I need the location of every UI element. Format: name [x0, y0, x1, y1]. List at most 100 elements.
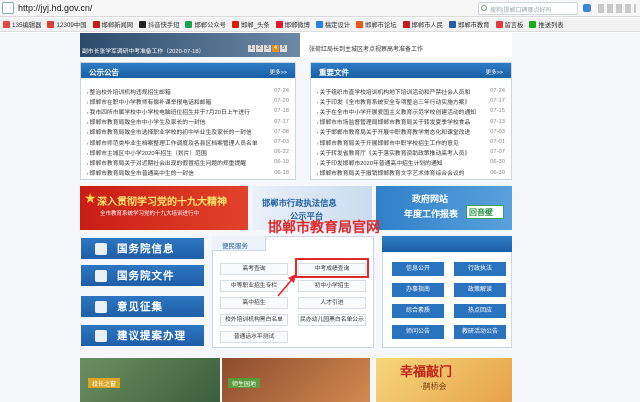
list-item[interactable]: 邯郸市主城区中小学2020年招生（划片）范围 06-22	[87, 147, 289, 157]
bookmark-item[interactable]: 邯郸_头条	[231, 20, 270, 29]
services-tab-label: 便民服务	[222, 243, 248, 250]
slideshow-page-3[interactable]: 3	[264, 45, 271, 52]
slideshow-page-2[interactable]: 2	[256, 45, 263, 52]
list-item-title[interactable]: 我市四所市属学校中小学校电脑班位招生并于7月20日上午进行	[87, 107, 250, 116]
principal-window-label[interactable]: 校长之窗	[88, 378, 121, 388]
training-blacklist-button[interactable]: 校外培训机构黑白名单	[220, 314, 288, 326]
quick-link-button[interactable]: 综合素质	[392, 304, 444, 318]
extension-icon[interactable]	[583, 4, 591, 12]
bookmark-label: 邯郸市教育	[458, 22, 490, 29]
bookmark-icon	[495, 21, 503, 28]
bookmark-label: 留言板	[504, 22, 524, 29]
quick-link-button[interactable]: 政策解读	[454, 283, 506, 297]
highschool-enroll-button[interactable]: 高中招生	[220, 297, 288, 309]
bookmark-item[interactable]: 稿定设计	[315, 20, 350, 29]
list-item[interactable]: 邯郸市教育局关于开展邯郸市中职学校招生工作的意见 07-01	[317, 137, 505, 147]
list-item-title[interactable]: 邯郸市教育局关于撤销邯郸教育文字艺术体育综合会议的	[317, 168, 465, 177]
bookmark-icon	[139, 21, 146, 28]
proposal-handling-button[interactable]: 建议提案办理	[81, 325, 204, 346]
documents-more-link[interactable]: 更多>>	[486, 68, 503, 76]
slideshow-page-4[interactable]: 4	[272, 45, 279, 52]
list-item[interactable]: 关于在全市中小学开展爱国主义教育示范学校创建活动的通知 07-15	[317, 106, 505, 116]
list-item[interactable]: 邯郸市师范类毕业生档案整理工作调度及各县区档案管理人员名单 07-03	[87, 137, 289, 147]
primary-enroll-button[interactable]: 初中小学招生	[298, 280, 366, 292]
slideshow-caption[interactable]: 副市长张学军调研中考准备工作（2020-07-18）	[82, 46, 204, 55]
bookmark-item[interactable]: 邯郸新闻网	[92, 20, 133, 29]
quick-links-header	[382, 236, 512, 252]
list-item[interactable]: 我市四所市属学校中小学校电脑班位招生并于7月20日上午进行 07-18	[87, 106, 289, 116]
list-item-title[interactable]: 邯郸市市场监督管理局邯郸市教育局关于转发夏季学校食品	[317, 117, 471, 126]
mandarin-test-button[interactable]: 普通话水平测试	[220, 331, 288, 343]
list-item-title[interactable]: 邯郸市师范类毕业生档案整理工作调度及各县区档案管理人员名单	[87, 138, 258, 147]
quick-link-button[interactable]: 教研活动公告	[454, 325, 506, 339]
bookmark-item[interactable]: 135编辑器	[3, 20, 41, 29]
bookmark-item[interactable]: 12309中国	[47, 20, 87, 29]
party-banner-title: 深入贯彻学习党的十九大精神	[97, 197, 227, 208]
list-item[interactable]: 邯郸市教育局致全市普通高中生的一封信 06-18	[87, 168, 289, 178]
list-item[interactable]: 邯郸市教育局关于撤销邯郸教育文字艺术体育综合会议的 06-30	[317, 168, 505, 178]
list-item-title[interactable]: 关于印发《全市教育系统安全专项整治三年行动实施方案》	[317, 97, 471, 106]
list-item[interactable]: 邯郸市教育局关于对近期社会出现的假冒招生问题的郑重提醒 06-19	[87, 157, 289, 167]
bookmark-icon	[3, 21, 10, 28]
big-button-label: 意见征集	[117, 301, 163, 313]
list-item-title[interactable]: 整治校外培训机构违规招生邮箱	[87, 87, 171, 96]
list-item[interactable]: 关于印发邯郸市2020年普通高中招生计划的通知 06-30	[317, 157, 505, 167]
list-item-title[interactable]: 邯郸市教育局致全市选择职业学校的初中毕业生及家长的一封信	[87, 127, 252, 136]
list-item-title[interactable]: 邯郸市教育局致全市中小学生及家长的一封信	[87, 117, 206, 126]
slideshow-pager[interactable]: 12345	[248, 45, 287, 52]
list-item[interactable]: 整治校外培训机构违规招生邮箱 07-24	[87, 86, 289, 96]
list-item-title[interactable]: 关于组织市直学校培训机构地下培训活动和严禁社会人员和	[317, 87, 471, 96]
opinion-collection-button[interactable]: 意见征集	[81, 296, 204, 317]
state-council-docs-button[interactable]: 国务院文件	[81, 265, 204, 286]
state-council-info-button[interactable]: 国务院信息	[81, 238, 204, 259]
bookmark-item[interactable]: 邯郸市人民	[402, 20, 443, 29]
kindergarten-blacklist-button[interactable]: 民办幼儿园黑白名单公示	[298, 314, 366, 326]
list-item-date: 07-18	[274, 108, 289, 115]
toolbar-icons[interactable]	[598, 4, 636, 13]
quick-link-button[interactable]: 师问公告	[392, 325, 444, 339]
talent-intro-button[interactable]: 人才引进	[298, 297, 366, 309]
bookmark-label: 邯郸公众号	[194, 22, 226, 29]
list-item[interactable]: 邯郸市在职中小学教师有偿补课举报电话和邮箱 07-20	[87, 96, 289, 106]
top-news-item[interactable]: 张荷红局长到主城区考点视察高考准备工作	[309, 44, 423, 53]
annotation-text: 邯郸市教育局官网	[268, 219, 380, 235]
list-item[interactable]: 关于邯郸市教育局关于开展中职教育教学常态化和课堂改进 07-03	[317, 127, 505, 137]
quick-link-button[interactable]: 热点回应	[454, 304, 506, 318]
list-item-date: 07-01	[490, 139, 505, 146]
list-item-title[interactable]: 邯郸市教育局关于开展邯郸市中职学校招生工作的意见	[317, 138, 459, 147]
list-item[interactable]: 邯郸市教育局致全市选择职业学校的初中毕业生及家长的一封信 07-08	[87, 127, 289, 137]
quick-link-button[interactable]: 信息公开	[392, 262, 444, 276]
list-item[interactable]: 关于组织市直学校培训机构地下培训活动和严禁社会人员和 07-24	[317, 86, 505, 96]
bookmark-item[interactable]: 邯郸市论坛	[356, 20, 397, 29]
search-icon	[481, 5, 487, 11]
slideshow-page-1[interactable]: 1	[248, 45, 255, 52]
list-item[interactable]: 邯郸市市场监督管理局邯郸市教育局关于转发夏季学校食品 07-13	[317, 117, 505, 127]
list-item-title[interactable]: 邯郸市教育局关于对近期社会出现的假冒招生问题的郑重提醒	[87, 158, 247, 167]
list-item[interactable]: 关于转发省教育厅《关于落实教育资助政策推动高考人员》 07-07	[317, 147, 505, 157]
bookmark-item[interactable]: 推送列表	[529, 20, 564, 29]
list-item-title[interactable]: 关于转发省教育厅《关于落实教育资助政策推动高考人员》	[317, 148, 471, 157]
quick-link-button[interactable]: 办事指南	[392, 283, 444, 297]
bookmark-item[interactable]: 留言板	[495, 20, 524, 29]
list-item-title[interactable]: 关于邯郸市教育局关于开展中职教育教学常态化和课堂改进	[317, 127, 471, 136]
url-field[interactable]: http://jyj.hd.gov.cn/	[18, 3, 92, 13]
list-item[interactable]: 关于印发《全市教育系统安全专项整治三年行动实施方案》 07-17	[317, 96, 505, 106]
bookmark-icon	[185, 21, 193, 28]
bookmark-item[interactable]: 邯郸微博	[275, 20, 310, 29]
list-item-title[interactable]: 邯郸市教育局致全市普通高中生的一封信	[87, 168, 194, 177]
list-item-title[interactable]: 关于在全市中小学开展爱国主义教育示范学校创建活动的通知	[317, 107, 477, 116]
teacher-student-label[interactable]: 师生园地	[228, 378, 261, 388]
announcements-more-link[interactable]: 更多>>	[270, 68, 287, 76]
list-item-title[interactable]: 邯郸市主城区中小学2020年招生（划片）范围	[87, 148, 207, 157]
list-item[interactable]: 邯郸市教育局致全市中小学生及家长的一封信 07-17	[87, 117, 289, 127]
list-item-title[interactable]: 关于印发邯郸市2020年普通高中招生计划的通知	[317, 158, 443, 167]
slideshow-page-5[interactable]: 5	[280, 45, 287, 52]
list-item-date: 07-17	[274, 118, 289, 125]
list-item-date: 07-20	[274, 98, 289, 105]
list-item-title[interactable]: 邯郸市在职中小学教师有偿补课举报电话和邮箱	[87, 97, 212, 106]
list-item-date: 07-15	[490, 108, 505, 115]
bookmark-item[interactable]: 抖音快手短	[139, 20, 179, 29]
bookmark-item[interactable]: 邯郸市教育	[449, 20, 490, 29]
quick-link-button[interactable]: 行政执法	[454, 262, 506, 276]
bookmark-item[interactable]: 邯郸公众号	[185, 20, 226, 29]
